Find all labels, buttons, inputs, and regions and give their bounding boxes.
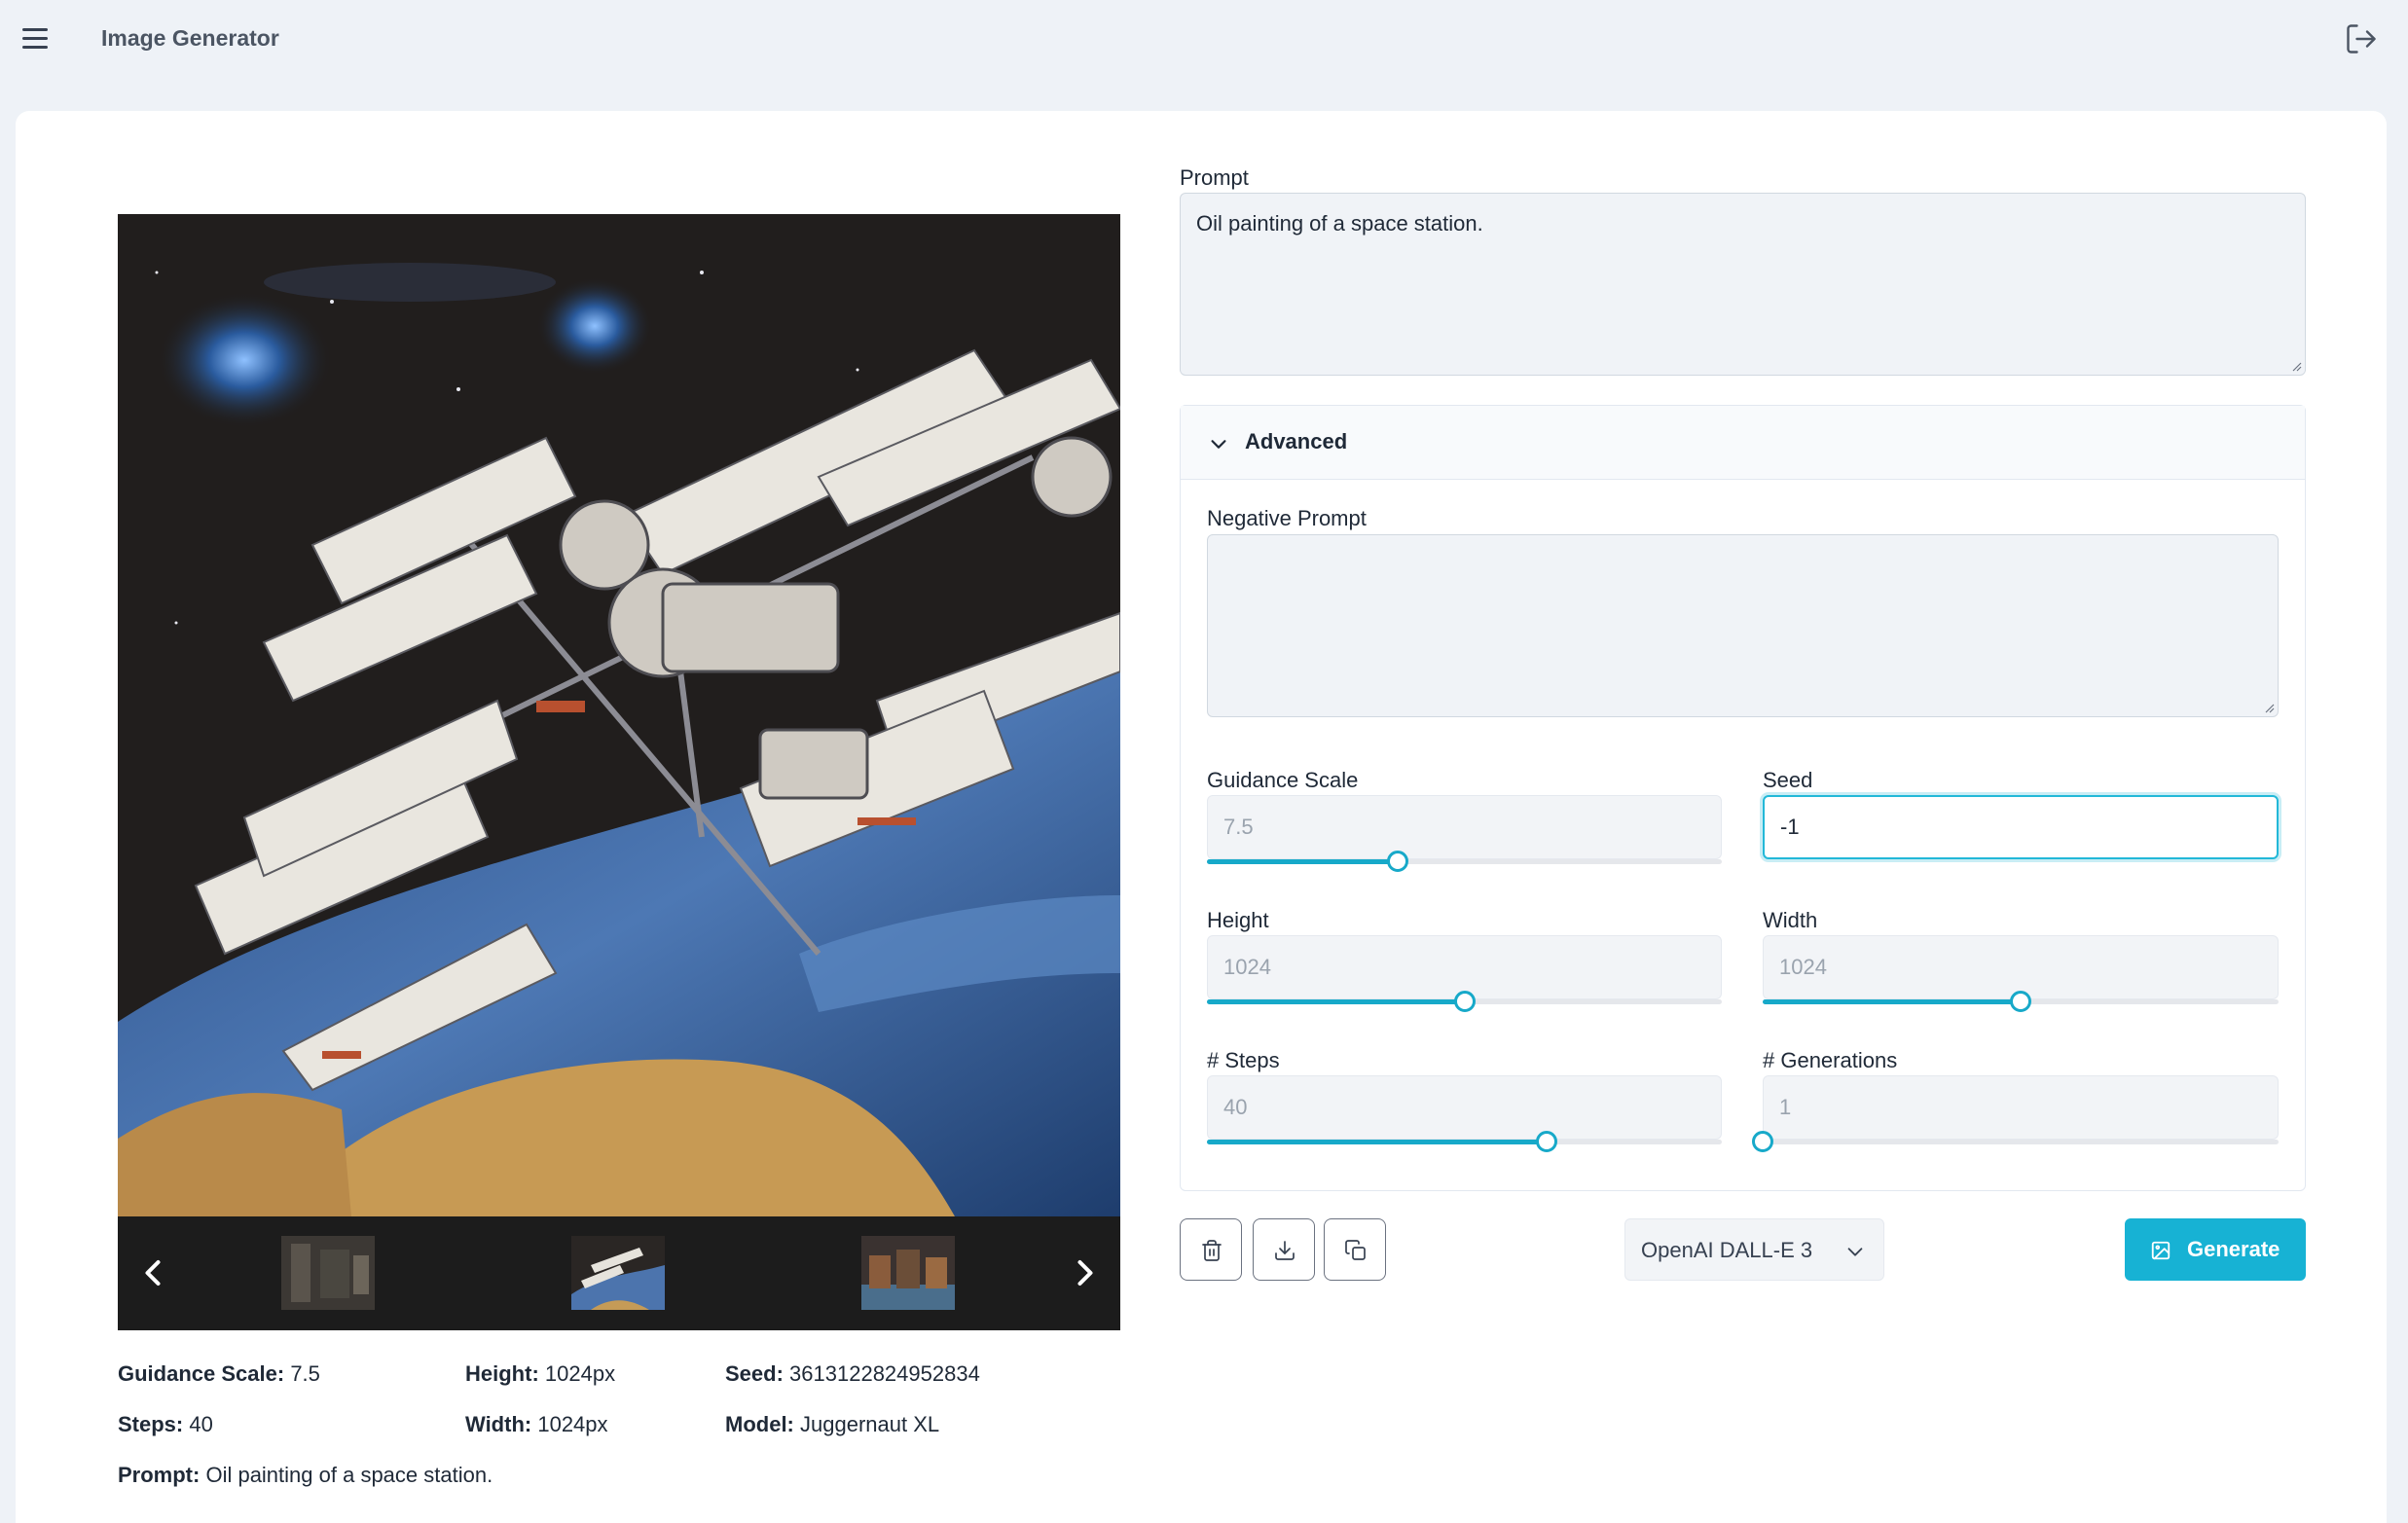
advanced-title: Advanced xyxy=(1245,429,1348,453)
prompt-text: Oil painting of a space station. xyxy=(1196,211,1483,236)
generations-input[interactable]: 1 xyxy=(1763,1075,2279,1140)
slider-fill xyxy=(1763,999,2021,1004)
image-icon xyxy=(2151,1241,2171,1260)
logout-icon[interactable] xyxy=(2344,21,2379,56)
generate-label: Generate xyxy=(2187,1237,2280,1261)
steps-slider[interactable] xyxy=(1207,1131,1722,1152)
width-label: Width xyxy=(1763,908,1818,932)
chevron-down-icon xyxy=(1847,1248,1863,1256)
steps-input[interactable]: 40 xyxy=(1207,1075,1722,1140)
top-bar: Image Generator xyxy=(0,0,2408,78)
slider-thumb[interactable] xyxy=(2010,991,2031,1012)
width-slider[interactable] xyxy=(1763,991,2279,1012)
slider-thumb[interactable] xyxy=(1386,851,1408,872)
negative-prompt-textarea[interactable] xyxy=(1207,534,2279,717)
slider-fill xyxy=(1207,1140,1548,1144)
negative-prompt-label: Negative Prompt xyxy=(1207,506,1367,530)
slider-fill xyxy=(1207,859,1398,864)
next-arrow-icon[interactable] xyxy=(1064,1251,1107,1294)
meta-guidance-scale: Guidance Scale: 7.5 xyxy=(118,1361,320,1386)
thumbnail-image-selected[interactable] xyxy=(571,1236,665,1310)
meta-prompt: Prompt: Oil painting of a space station. xyxy=(118,1463,493,1487)
hamburger-menu-icon[interactable] xyxy=(19,23,51,54)
resize-grip-icon[interactable] xyxy=(2290,360,2302,372)
generations-slider[interactable] xyxy=(1752,1131,2279,1152)
height-slider[interactable] xyxy=(1207,991,1722,1012)
meta-steps: Steps: 40 xyxy=(118,1412,213,1436)
height-label: Height xyxy=(1207,908,1269,932)
meta-width: Width: 1024px xyxy=(465,1412,608,1436)
generate-button[interactable]: Generate xyxy=(2125,1218,2306,1281)
resize-grip-icon[interactable] xyxy=(2263,702,2275,713)
slider-thumb[interactable] xyxy=(1752,1131,1773,1152)
delete-button[interactable] xyxy=(1180,1218,1242,1281)
guidance-scale-label: Guidance Scale xyxy=(1207,768,1359,792)
guidance-scale-slider[interactable] xyxy=(1207,851,1722,872)
prompt-textarea[interactable]: Oil painting of a space station. xyxy=(1180,193,2306,376)
generated-image xyxy=(118,214,1120,1216)
app-title: Image Generator xyxy=(101,25,279,51)
thumbnail-strip xyxy=(118,1216,1120,1330)
thumbnail-image[interactable] xyxy=(861,1236,955,1310)
download-icon xyxy=(1275,1241,1295,1260)
previous-arrow-icon[interactable] xyxy=(131,1251,174,1294)
trash-icon xyxy=(1202,1240,1222,1261)
image-viewer xyxy=(118,214,1120,1330)
slider-thumb[interactable] xyxy=(1536,1131,1558,1152)
model-select-value: OpenAI DALL-E 3 xyxy=(1641,1238,1813,1262)
generations-label: # Generations xyxy=(1763,1048,1898,1072)
guidance-scale-input[interactable]: 7.5 xyxy=(1207,795,1722,859)
seed-input[interactable]: -1 xyxy=(1763,795,2279,859)
meta-model: Model: Juggernaut XL xyxy=(725,1412,940,1436)
advanced-toggle[interactable]: Advanced xyxy=(1181,406,2305,480)
slider-thumb[interactable] xyxy=(1453,991,1476,1012)
download-button[interactable] xyxy=(1253,1218,1315,1281)
steps-label: # Steps xyxy=(1207,1048,1280,1072)
copy-icon xyxy=(1345,1240,1366,1260)
thumbnail-image[interactable] xyxy=(281,1236,375,1310)
model-select[interactable]: OpenAI DALL-E 3 xyxy=(1624,1218,1884,1281)
copy-button[interactable] xyxy=(1324,1218,1386,1281)
slider-fill xyxy=(1207,999,1465,1004)
seed-label: Seed xyxy=(1763,768,1813,792)
meta-seed: Seed: 3613122824952834 xyxy=(725,1361,980,1386)
meta-height: Height: 1024px xyxy=(465,1361,616,1386)
prompt-label: Prompt xyxy=(1180,165,1249,190)
chevron-down-icon xyxy=(1211,440,1226,449)
